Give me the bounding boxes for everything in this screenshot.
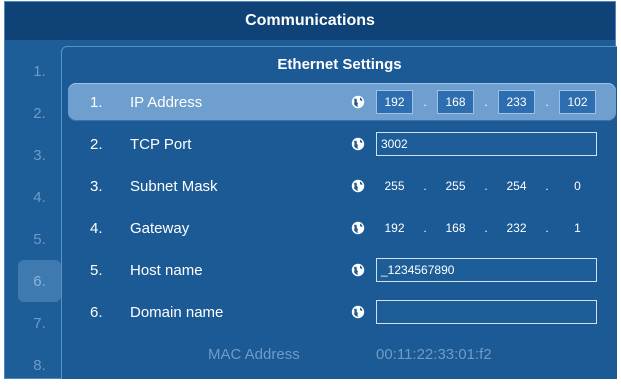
domain-name-field[interactable] xyxy=(376,300,597,324)
setting-row-mac-address: MAC Address 00:11:22:33:01:f2 xyxy=(68,335,616,373)
separator: . xyxy=(423,221,427,235)
separator: . xyxy=(484,179,488,193)
side-item-2[interactable]: 2. xyxy=(18,92,61,134)
ip-address-input[interactable]: 192 . 168 . 233 . 102 xyxy=(376,90,596,114)
ip-octet-4[interactable]: 102 xyxy=(559,90,596,114)
row-number: 6. xyxy=(90,303,103,321)
ip-octet-1[interactable]: 192 xyxy=(376,90,413,114)
ip-octet-2[interactable]: 255 xyxy=(437,174,474,198)
ip-octet-1[interactable]: 255 xyxy=(376,174,413,198)
row-label: Subnet Mask xyxy=(130,177,218,195)
ip-octet-3[interactable]: 254 xyxy=(498,174,535,198)
row-number: 2. xyxy=(90,135,103,153)
separator: . xyxy=(423,95,427,109)
globe-icon[interactable] xyxy=(351,179,365,193)
row-number: 1. xyxy=(90,93,103,111)
globe-icon[interactable] xyxy=(351,305,365,319)
row-number: 5. xyxy=(90,261,103,279)
side-number-list: 1. 2. 3. 4. 5. 6. 7. 8. xyxy=(5,50,65,386)
ip-octet-3[interactable]: 233 xyxy=(498,90,535,114)
setting-row-subnet-mask[interactable]: 3. Subnet Mask 255 . 255 . 254 . 0 xyxy=(68,167,616,205)
globe-icon[interactable] xyxy=(351,221,365,235)
setting-row-gateway[interactable]: 4. Gateway 192 . 168 . 232 . 1 xyxy=(68,209,616,247)
panel-title: Ethernet Settings xyxy=(277,55,402,73)
separator: . xyxy=(484,95,488,109)
mac-address-label: MAC Address xyxy=(208,345,300,363)
ip-octet-4[interactable]: 1 xyxy=(559,216,596,240)
row-label: IP Address xyxy=(130,93,203,111)
row-label: TCP Port xyxy=(130,135,192,153)
host-name-field[interactable]: _1234567890 xyxy=(376,258,597,282)
side-item-4[interactable]: 4. xyxy=(18,176,61,218)
separator: . xyxy=(484,221,488,235)
communications-window: Communications 1. 2. 3. 4. 5. 6. 7. 8. E… xyxy=(4,1,617,379)
mac-address-value: 00:11:22:33:01:f2 xyxy=(376,345,492,363)
row-label: Domain name xyxy=(130,303,224,321)
setting-row-tcp-port[interactable]: 2. TCP Port 3002 xyxy=(68,125,616,163)
row-label: Host name xyxy=(130,261,203,279)
globe-icon[interactable] xyxy=(351,137,365,151)
subnet-mask-input[interactable]: 255 . 255 . 254 . 0 xyxy=(376,174,596,198)
gateway-input[interactable]: 192 . 168 . 232 . 1 xyxy=(376,216,596,240)
side-item-7[interactable]: 7. xyxy=(18,302,61,344)
side-item-8[interactable]: 8. xyxy=(18,344,61,386)
globe-icon[interactable] xyxy=(351,95,365,109)
row-number: 3. xyxy=(90,177,103,195)
tcp-port-field[interactable]: 3002 xyxy=(376,132,597,156)
separator: . xyxy=(423,179,427,193)
ip-octet-3[interactable]: 232 xyxy=(498,216,535,240)
separator: . xyxy=(545,179,549,193)
side-item-1[interactable]: 1. xyxy=(18,50,61,92)
setting-row-host-name[interactable]: 5. Host name _1234567890 xyxy=(68,251,616,289)
ip-octet-2[interactable]: 168 xyxy=(437,216,474,240)
side-item-6[interactable]: 6. xyxy=(18,260,61,302)
ethernet-settings-panel: Ethernet Settings 1. IP Address 192 . 16… xyxy=(61,46,617,379)
setting-row-domain-name[interactable]: 6. Domain name xyxy=(68,293,616,331)
ip-octet-2[interactable]: 168 xyxy=(437,90,474,114)
window-title: Communications xyxy=(5,2,615,40)
separator: . xyxy=(545,221,549,235)
side-item-3[interactable]: 3. xyxy=(18,134,61,176)
setting-row-ip-address[interactable]: 1. IP Address 192 . 168 . 233 . 102 xyxy=(68,83,616,121)
ip-octet-1[interactable]: 192 xyxy=(376,216,413,240)
separator: . xyxy=(545,95,549,109)
side-item-5[interactable]: 5. xyxy=(18,218,61,260)
globe-icon[interactable] xyxy=(351,263,365,277)
row-number: 4. xyxy=(90,219,103,237)
ip-octet-4[interactable]: 0 xyxy=(559,174,596,198)
row-label: Gateway xyxy=(130,219,190,237)
